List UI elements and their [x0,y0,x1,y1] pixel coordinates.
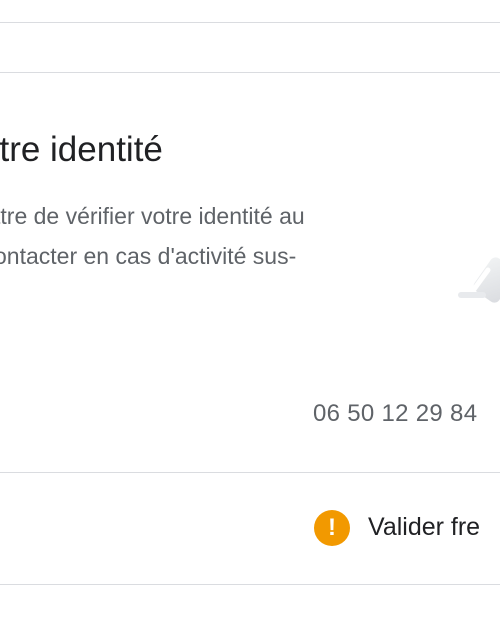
bottom-divider [0,584,500,585]
security-page: otre identité ttre de vérifier votre ide… [0,0,500,628]
recovery-phone-value: 06 50 12 29 84 [313,400,478,427]
warning-icon: ! [314,510,350,546]
top-divider [0,22,500,23]
verify-alert-label: Valider fre [368,513,481,541]
card-title: otre identité [0,130,163,169]
card-description-line: ttre de vérifier votre identité au [0,203,305,229]
card-description: ttre de vérifier votre identité au ontac… [0,196,500,276]
verified-phone-illustration-icon [458,252,500,308]
card-description-line: ontacter en cas d'activité sus- [0,243,297,269]
